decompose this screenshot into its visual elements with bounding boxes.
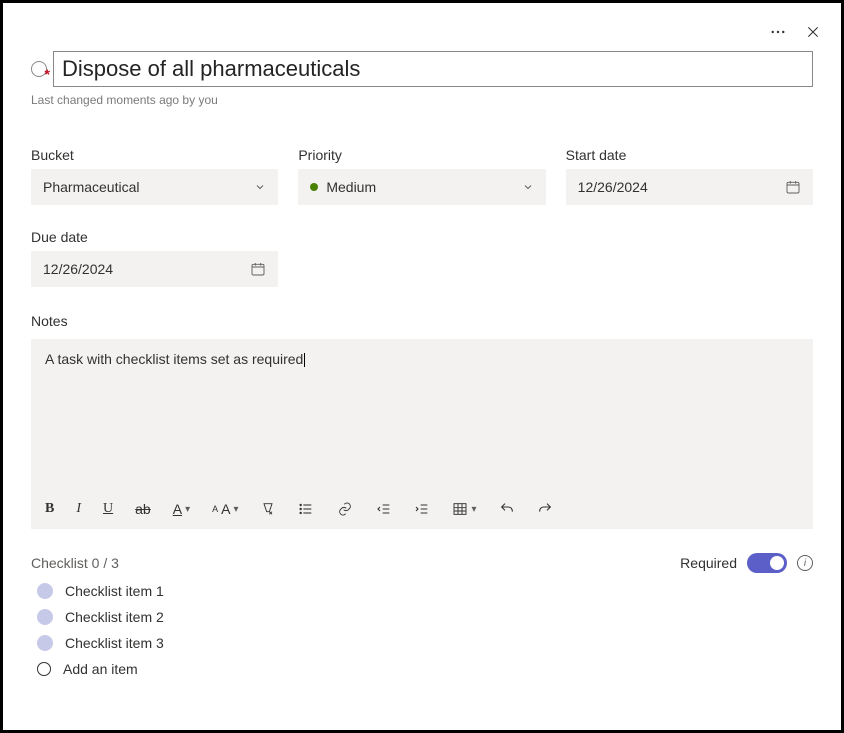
due-date-value: 12/26/2024 xyxy=(43,261,113,277)
checklist-bullet-icon[interactable] xyxy=(37,609,53,625)
outdent-button[interactable] xyxy=(376,501,392,517)
priority-label: Priority xyxy=(298,147,545,163)
add-item-placeholder: Add an item xyxy=(63,661,138,677)
indent-button[interactable] xyxy=(414,501,430,517)
start-date-value: 12/26/2024 xyxy=(578,179,648,195)
priority-select[interactable]: Medium xyxy=(298,169,545,205)
add-checklist-item[interactable]: Add an item xyxy=(37,661,813,677)
due-date-field: Due date 12/26/2024 xyxy=(31,229,278,287)
priority-dot-icon xyxy=(310,183,318,191)
font-color-button[interactable]: A▾ xyxy=(173,501,190,517)
bucket-label: Bucket xyxy=(31,147,278,163)
start-date-label: Start date xyxy=(566,147,813,163)
checklist-item[interactable]: Checklist item 1 xyxy=(37,583,813,599)
calendar-icon xyxy=(250,261,266,277)
task-dialog: Last changed moments ago by you Bucket P… xyxy=(0,0,844,733)
start-date-field: Start date 12/26/2024 xyxy=(566,147,813,205)
bucket-select[interactable]: Pharmaceutical xyxy=(31,169,278,205)
priority-value: Medium xyxy=(326,179,376,195)
notes-text[interactable]: A task with checklist items set as requi… xyxy=(45,351,799,493)
table-button[interactable]: ▾ xyxy=(452,501,476,517)
close-icon[interactable] xyxy=(805,24,821,40)
checklist-item-label: Checklist item 2 xyxy=(65,609,164,625)
bullet-list-button[interactable] xyxy=(298,501,314,517)
chevron-down-icon xyxy=(522,181,534,193)
task-title-input[interactable] xyxy=(53,51,813,87)
checklist-item-label: Checklist item 1 xyxy=(65,583,164,599)
start-date-input[interactable]: 12/26/2024 xyxy=(566,169,813,205)
dialog-actions xyxy=(769,23,821,41)
info-icon[interactable]: i xyxy=(797,555,813,571)
checklist-item[interactable]: Checklist item 2 xyxy=(37,609,813,625)
due-date-label: Due date xyxy=(31,229,278,245)
checklist-bullet-icon[interactable] xyxy=(37,583,53,599)
checklist: Checklist item 1 Checklist item 2 Checkl… xyxy=(31,583,813,677)
italic-button[interactable]: I xyxy=(76,501,81,517)
redo-button[interactable] xyxy=(537,501,553,517)
notes-label: Notes xyxy=(31,313,813,329)
rich-text-toolbar: B I U ab A▾ AA▾ ▾ xyxy=(45,501,799,517)
clear-format-button[interactable] xyxy=(260,501,276,517)
font-size-button[interactable]: AA▾ xyxy=(212,501,238,517)
underline-button[interactable]: U xyxy=(103,501,113,517)
completion-status-icon[interactable] xyxy=(31,61,47,77)
add-item-circle-icon xyxy=(37,662,51,676)
due-date-input[interactable]: 12/26/2024 xyxy=(31,251,278,287)
checklist-heading: Checklist 0 / 3 xyxy=(31,555,119,571)
link-button[interactable] xyxy=(336,501,354,517)
checklist-item-label: Checklist item 3 xyxy=(65,635,164,651)
more-icon[interactable] xyxy=(769,23,787,41)
chevron-down-icon xyxy=(254,181,266,193)
text-caret-icon xyxy=(304,353,305,367)
checklist-bullet-icon[interactable] xyxy=(37,635,53,651)
priority-field: Priority Medium xyxy=(298,147,545,205)
checklist-item[interactable]: Checklist item 3 xyxy=(37,635,813,651)
strikethrough-button[interactable]: ab xyxy=(135,501,151,517)
bold-button[interactable]: B xyxy=(45,501,54,517)
required-toggle[interactable] xyxy=(747,553,787,573)
calendar-icon xyxy=(785,179,801,195)
bucket-field: Bucket Pharmaceutical xyxy=(31,147,278,205)
bucket-value: Pharmaceutical xyxy=(43,179,140,195)
required-label: Required xyxy=(680,555,737,571)
undo-button[interactable] xyxy=(499,501,515,517)
last-changed-text: Last changed moments ago by you xyxy=(31,93,813,107)
notes-editor[interactable]: A task with checklist items set as requi… xyxy=(31,339,813,529)
